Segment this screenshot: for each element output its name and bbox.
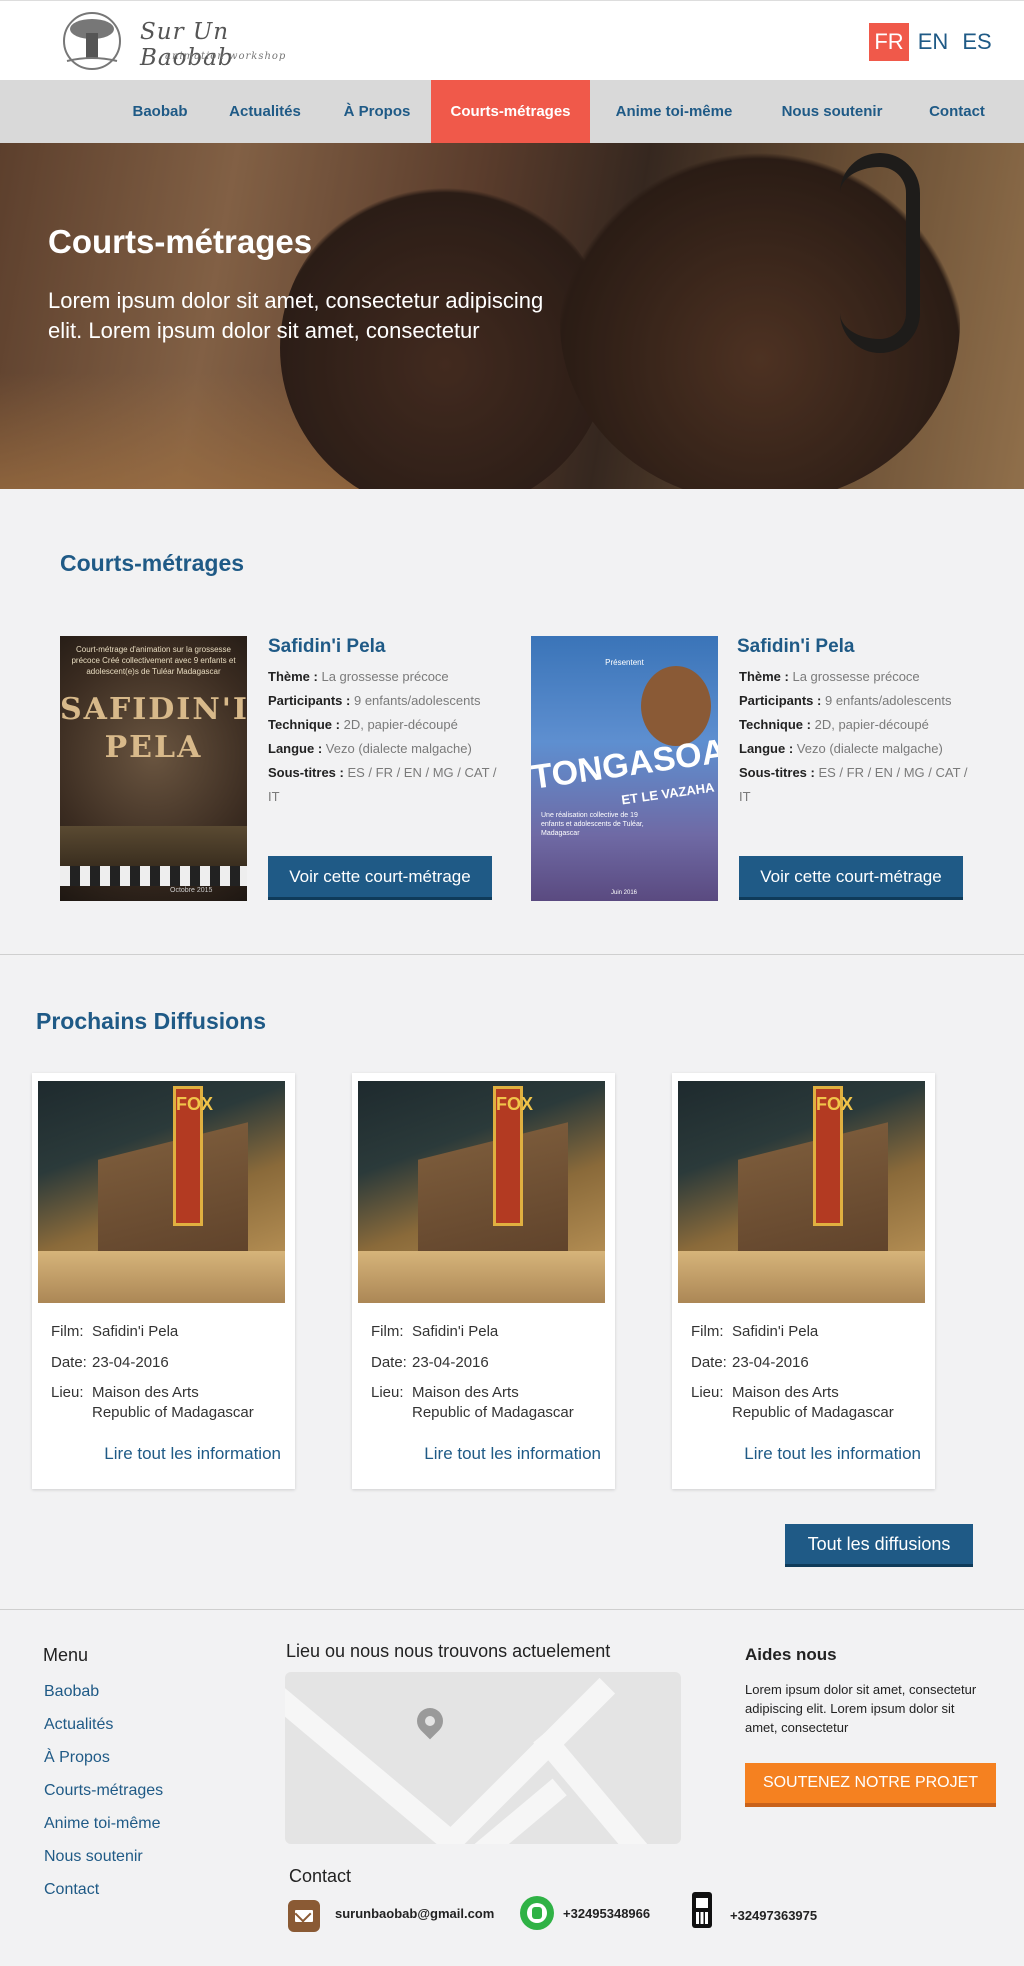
view-film-button[interactable]: Voir cette court-métrage (739, 856, 963, 900)
contact-title: Contact (289, 1866, 352, 1886)
diffusion-image: FOX (678, 1081, 925, 1303)
poster-title: SAFIDIN'I PELA (60, 692, 247, 765)
film-title: Safidin'i Pela (737, 636, 855, 657)
read-more-link[interactable]: Lire tout les information (744, 1444, 921, 1464)
footer-link-a-propos[interactable]: À Propos (44, 1749, 110, 1767)
nav-contact[interactable]: Contact (912, 80, 1002, 143)
header: Sur Un Baobab animation workshop FR EN E… (0, 0, 1024, 80)
poster-date: Juin 2016 (611, 890, 638, 896)
nav-a-propos[interactable]: À Propos (330, 80, 424, 143)
logo-title: Sur Un Baobab (140, 19, 234, 71)
diffusion-image: FOX (38, 1081, 285, 1303)
whatsapp-icon (520, 1896, 554, 1930)
fox-sign: FOX (493, 1086, 533, 1226)
logo[interactable]: Sur Un Baobab animation workshop (55, 11, 305, 73)
nav-courts-metrages[interactable]: Courts-métrages (431, 80, 590, 143)
footer-link-contact[interactable]: Contact (44, 1881, 99, 1899)
map-title: Lieu ou nous nous trouvons actuelement (286, 1641, 611, 1661)
aides-text: Lorem ipsum dolor sit amet, consectetur … (745, 1682, 977, 1735)
support-project-button[interactable]: SOUTENEZ NOTRE PROJET (745, 1763, 996, 1807)
hero-banner: Courts-métrages Lorem ipsum dolor sit am… (0, 143, 1024, 489)
hero-text: Lorem ipsum dolor sit amet, consectetur … (48, 288, 544, 343)
footer-link-courts-metrages[interactable]: Courts-métrages (44, 1782, 163, 1800)
poster-date: Octobre 2015 (170, 887, 213, 894)
poster-tagline: Court-métrage d'animation sur la grosses… (71, 645, 236, 676)
footer-menu-title: Menu (43, 1645, 89, 1665)
nav-baobab[interactable]: Baobab (118, 80, 202, 143)
contact-phone[interactable]: +32497363975 (730, 1908, 817, 1923)
read-more-link[interactable]: Lire tout les information (104, 1444, 281, 1464)
all-diffusions-button[interactable]: Tout les diffusions (785, 1524, 973, 1567)
films-section-title: Courts-métrages (60, 550, 245, 576)
film-details: Thème : La grossesse précoce Participant… (739, 669, 968, 804)
baobab-logo-icon (63, 12, 121, 70)
poster-presents: Présentent (605, 658, 644, 667)
poster-text: Une réalisation collective de 19 enfants… (541, 812, 644, 837)
read-more-link[interactable]: Lire tout les information (424, 1444, 601, 1464)
diffusion-card: FOX Film: Safidin'i Pela Date: 23-04-2016 … (672, 1073, 935, 1489)
film-title: Safidin'i Pela (268, 636, 386, 657)
lang-fr[interactable]: FR (869, 23, 909, 61)
diffusion-image: FOX (358, 1081, 605, 1303)
location-map[interactable] (285, 1672, 681, 1844)
lang-es[interactable]: ES (957, 23, 997, 61)
diffusion-card: FOX Film: Safidin'i Pela Date: 23-04-2016 … (32, 1073, 295, 1489)
main-nav: Baobab Actualités À Propos Courts-métrag… (0, 80, 1024, 143)
view-film-button[interactable]: Voir cette court-métrage (268, 856, 492, 900)
footer-link-nous-soutenir[interactable]: Nous soutenir (44, 1848, 143, 1866)
diffusions-section-title: Prochains Diffusions (36, 1008, 267, 1034)
nav-anime-toi-meme[interactable]: Anime toi-même (598, 80, 750, 143)
footer-link-baobab[interactable]: Baobab (44, 1683, 99, 1701)
contact-whatsapp[interactable]: +32495348966 (563, 1906, 650, 1921)
footer-link-anime-toi-meme[interactable]: Anime toi-même (44, 1815, 160, 1833)
logo-subtitle: animation workshop (165, 51, 287, 62)
film-poster-tongasoa[interactable]: Présentent TONGASOA ET LE VAZAHA Une réa… (531, 636, 718, 901)
mobile-phone-icon (692, 1892, 712, 1928)
film-details: Thème : La grossesse précoce Participant… (268, 669, 497, 804)
lang-en[interactable]: EN (913, 23, 953, 61)
email-icon (288, 1900, 320, 1932)
contact-email[interactable]: surunbaobab@gmail.com (335, 1906, 494, 1921)
hero-title: Courts-métrages (48, 223, 313, 260)
fox-sign: FOX (173, 1086, 213, 1226)
diffusion-card: FOX Film: Safidin'i Pela Date: 23-04-2016 … (352, 1073, 615, 1489)
footer-divider (0, 1609, 1024, 1610)
aides-title: Aides nous (745, 1645, 837, 1664)
nav-actualites[interactable]: Actualités (214, 80, 316, 143)
nav-nous-soutenir[interactable]: Nous soutenir (766, 80, 898, 143)
film-poster-safidini-pela[interactable]: Court-métrage d'animation sur la grosses… (60, 636, 247, 901)
section-divider (0, 954, 1024, 955)
footer-link-actualites[interactable]: Actualités (44, 1716, 113, 1734)
fox-sign: FOX (813, 1086, 853, 1226)
map-pin-icon (411, 1702, 449, 1740)
